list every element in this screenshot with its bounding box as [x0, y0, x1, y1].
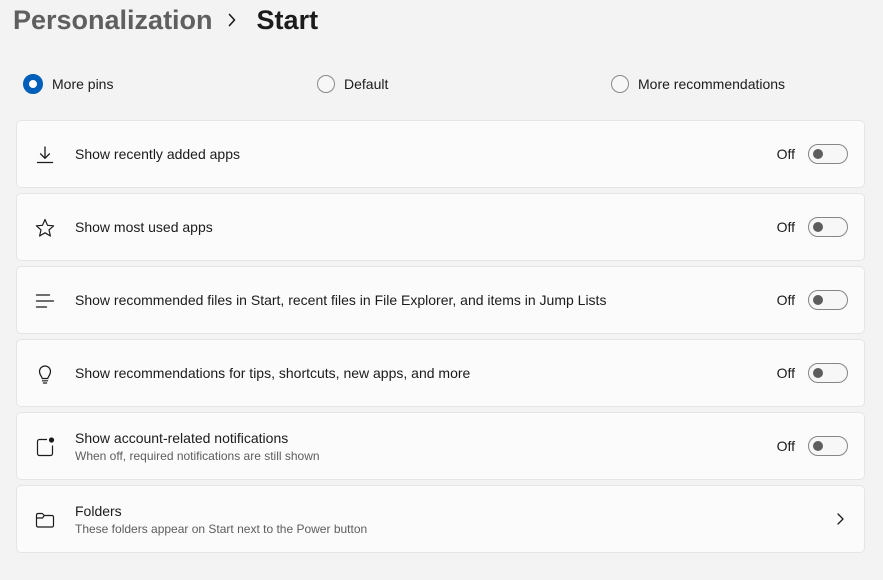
breadcrumb-parent-personalization[interactable]: Personalization	[13, 2, 213, 38]
setting-text: Show recommended files in Start, recent …	[75, 267, 606, 333]
setting-recommended-files[interactable]: Show recommended files in Start, recent …	[16, 266, 865, 334]
notification-dot-icon	[34, 436, 56, 458]
radio-circle[interactable]	[317, 75, 335, 93]
star-icon	[34, 217, 56, 239]
chevron-right-icon	[834, 512, 846, 526]
toggle-knob	[813, 441, 823, 451]
setting-recently-added-apps[interactable]: Show recently added apps Off	[16, 120, 865, 188]
radio-label: More pins	[52, 76, 114, 92]
setting-description: These folders appear on Start next to th…	[75, 521, 368, 536]
toggle-recommendations-tips[interactable]	[808, 363, 848, 383]
setting-recommendations-tips[interactable]: Show recommendations for tips, shortcuts…	[16, 339, 865, 407]
setting-title: Folders	[75, 502, 122, 519]
setting-account-notifications[interactable]: Show account-related notifications When …	[16, 412, 865, 480]
toggle-state-label: Off	[776, 438, 795, 454]
radio-circle-checked[interactable]	[23, 74, 43, 94]
setting-text: Show account-related notifications When …	[75, 413, 320, 479]
lightbulb-icon	[34, 363, 56, 385]
toggle-state-label: Off	[776, 146, 795, 162]
setting-text: Folders These folders appear on Start ne…	[75, 486, 367, 552]
setting-title: Show recently added apps	[75, 146, 240, 162]
breadcrumb: Personalization Start	[13, 2, 318, 38]
toggle-state-label: Off	[776, 292, 795, 308]
setting-text: Show most used apps	[75, 194, 213, 260]
setting-title: Show account-related notifications	[75, 429, 289, 446]
toggle-state-label: Off	[776, 365, 795, 381]
toggle-knob	[813, 149, 823, 159]
setting-title: Show recommended files in Start, recent …	[75, 292, 607, 308]
layout-radio-group: More pins Default More recommendations	[0, 70, 883, 98]
list-lines-icon	[34, 290, 56, 312]
radio-default[interactable]: Default	[317, 70, 388, 98]
radio-more-pins[interactable]: More pins	[23, 70, 113, 98]
radio-circle[interactable]	[611, 75, 629, 93]
setting-title: Show recommendations for tips, shortcuts…	[75, 365, 471, 381]
page-title: Start	[256, 5, 319, 35]
setting-description: When off, required notifications are sti…	[75, 448, 320, 463]
toggle-knob	[813, 368, 823, 378]
breadcrumb-separator-chevron-icon	[213, 2, 257, 38]
toggle-knob	[813, 222, 823, 232]
toggle-most-used-apps[interactable]	[808, 217, 848, 237]
setting-most-used-apps[interactable]: Show most used apps Off	[16, 193, 865, 261]
radio-label: Default	[344, 76, 389, 92]
setting-text: Show recommendations for tips, shortcuts…	[75, 340, 470, 406]
toggle-account-notifications[interactable]	[808, 436, 848, 456]
setting-text: Show recently added apps	[75, 121, 240, 187]
toggle-knob	[813, 295, 823, 305]
toggle-state-label: Off	[776, 219, 795, 235]
toggle-recently-added-apps[interactable]	[808, 144, 848, 164]
setting-title: Show most used apps	[75, 219, 213, 235]
folder-icon	[34, 509, 56, 531]
radio-more-recommendations[interactable]: More recommendations	[611, 70, 785, 98]
setting-folders[interactable]: Folders These folders appear on Start ne…	[16, 485, 865, 553]
radio-label: More recommendations	[638, 76, 786, 92]
toggle-recommended-files[interactable]	[808, 290, 848, 310]
download-icon	[34, 144, 56, 166]
